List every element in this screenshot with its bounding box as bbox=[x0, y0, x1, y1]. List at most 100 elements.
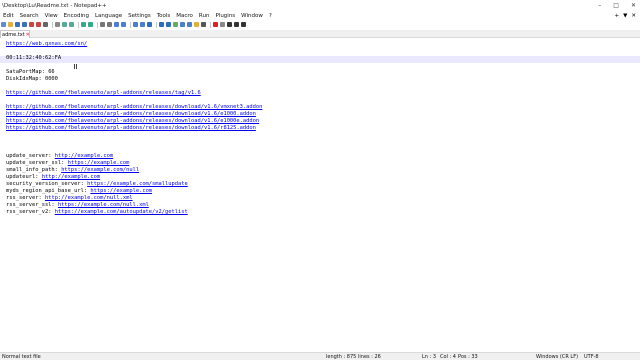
line-text: DiskIdxMap: 0000 bbox=[6, 76, 58, 82]
tab-strip: adme.txt ✕ bbox=[0, 30, 640, 38]
status-line-number: Ln : 3 bbox=[422, 354, 436, 360]
text-line bbox=[6, 83, 262, 90]
maximize-icon[interactable]: □ bbox=[613, 2, 619, 9]
line-text: 00:11:32:40:62:FA bbox=[6, 55, 62, 61]
open-file-icon[interactable] bbox=[8, 22, 13, 27]
title-bar: \Desktop\Lu\Readme.txt - Notepad++ – □ ✕ bbox=[0, 0, 640, 11]
close-window-icon[interactable]: ✕ bbox=[631, 2, 636, 9]
status-file-type: Normal text file bbox=[2, 354, 41, 360]
redo-icon[interactable] bbox=[88, 22, 93, 27]
find-icon[interactable] bbox=[100, 22, 105, 27]
cut-icon[interactable] bbox=[55, 22, 60, 27]
all-chars-icon[interactable] bbox=[159, 22, 164, 27]
url-link[interactable]: https://web.qxnas.com/sn/ bbox=[6, 41, 87, 47]
play-multi-icon[interactable] bbox=[234, 22, 239, 27]
undo-icon[interactable] bbox=[81, 22, 86, 27]
text-line: https://web.qxnas.com/sn/ bbox=[6, 41, 262, 48]
url-link[interactable]: http://example.com bbox=[42, 174, 100, 180]
folder-workspace-icon[interactable] bbox=[194, 22, 199, 27]
text-line: https://github.com/fbelavenuto/arpl-addo… bbox=[6, 125, 262, 132]
close-doc-icon[interactable]: ✕ bbox=[631, 13, 636, 19]
url-link[interactable]: https://github.com/fbelavenuto/arpl-addo… bbox=[6, 118, 259, 124]
url-link[interactable]: https://example.com bbox=[68, 160, 130, 166]
status-eol[interactable]: Windows (CR LF) bbox=[536, 354, 578, 360]
url-link[interactable]: https://github.com/fbelavenuto/arpl-addo… bbox=[6, 125, 256, 131]
text-line: https://github.com/fbelavenuto/arpl-addo… bbox=[6, 118, 262, 125]
url-link[interactable]: http://example.com bbox=[55, 153, 113, 159]
url-link[interactable]: https://example.com bbox=[90, 188, 152, 194]
mouse-ibeam-cursor bbox=[74, 64, 77, 69]
menu-item[interactable]: Window bbox=[238, 13, 266, 19]
config-key: security_version_server: bbox=[6, 181, 88, 187]
indent-guide-icon[interactable] bbox=[166, 22, 171, 27]
save-all-icon[interactable] bbox=[22, 22, 27, 27]
play-icon[interactable] bbox=[227, 22, 232, 27]
config-key: update_server_ssl: bbox=[6, 160, 68, 166]
new-tab-icon[interactable]: + bbox=[615, 13, 620, 19]
function-list-icon[interactable] bbox=[187, 22, 192, 27]
text-line bbox=[6, 146, 262, 153]
menu-item[interactable]: Language bbox=[92, 13, 125, 19]
menu-item[interactable]: Run bbox=[196, 13, 213, 19]
text-line: rss_server_ssl: https://example.com/null… bbox=[6, 202, 262, 209]
text-content[interactable]: https://web.qxnas.com/sn/00:11:32:40:62:… bbox=[6, 41, 262, 216]
url-link[interactable]: http://example.com/null.xml bbox=[45, 195, 133, 201]
toolbar bbox=[0, 20, 640, 29]
status-lines: lines : 26 bbox=[358, 354, 381, 360]
line-text: SataPortMap: 66 bbox=[6, 69, 55, 75]
sync-v-icon[interactable] bbox=[133, 22, 138, 27]
save-icon[interactable] bbox=[15, 22, 20, 27]
menu-item[interactable]: ? bbox=[266, 13, 275, 19]
toolbar-separator bbox=[130, 21, 131, 28]
menu-item[interactable]: Plugins bbox=[212, 13, 238, 19]
udl-icon[interactable] bbox=[173, 22, 178, 27]
window-controls: – □ ✕ bbox=[598, 0, 636, 11]
zoom-out-icon[interactable] bbox=[121, 22, 126, 27]
url-link[interactable]: https://example.com/smallupdate bbox=[87, 181, 188, 187]
text-line: security_version_server: https://example… bbox=[6, 181, 262, 188]
record-icon[interactable] bbox=[213, 22, 218, 27]
replace-icon[interactable] bbox=[107, 22, 112, 27]
menu-item[interactable]: Tools bbox=[154, 13, 174, 19]
doc-map-icon[interactable] bbox=[180, 22, 185, 27]
menu-item[interactable]: Edit bbox=[0, 13, 17, 19]
url-link[interactable]: https://example.com/autoupdate/v2/getlis… bbox=[55, 209, 188, 215]
text-line bbox=[6, 132, 262, 139]
monitor-icon[interactable] bbox=[201, 22, 206, 27]
status-length: length : 875 bbox=[326, 354, 357, 360]
url-link[interactable]: https://example.com/null bbox=[61, 167, 139, 173]
menu-item[interactable]: Settings bbox=[125, 13, 154, 19]
text-line bbox=[6, 97, 262, 104]
print-icon[interactable] bbox=[43, 22, 48, 27]
toolbar-separator bbox=[78, 21, 79, 28]
zoom-in-icon[interactable] bbox=[114, 22, 119, 27]
tab-list-icon[interactable]: ▼ bbox=[623, 13, 627, 19]
copy-icon[interactable] bbox=[62, 22, 67, 27]
menu-item[interactable]: View bbox=[42, 13, 61, 19]
paste-icon[interactable] bbox=[69, 22, 74, 27]
text-line bbox=[6, 139, 262, 146]
config-key: small_info_path: bbox=[6, 167, 62, 173]
url-link[interactable]: https://github.com/fbelavenuto/arpl-addo… bbox=[6, 90, 201, 96]
tab-readme[interactable]: adme.txt ✕ bbox=[0, 30, 30, 38]
close-all-icon[interactable] bbox=[36, 22, 41, 27]
url-link[interactable]: https://github.com/fbelavenuto/arpl-addo… bbox=[6, 111, 256, 117]
editor-area[interactable]: https://web.qxnas.com/sn/00:11:32:40:62:… bbox=[0, 39, 640, 352]
url-link[interactable]: https://github.com/fbelavenuto/arpl-addo… bbox=[6, 104, 262, 110]
menu-item[interactable]: Search bbox=[17, 13, 42, 19]
tab-close-icon[interactable]: ✕ bbox=[26, 32, 30, 38]
minimize-icon[interactable]: – bbox=[598, 2, 601, 9]
menu-item[interactable]: Encoding bbox=[61, 13, 92, 19]
toolbar-separator bbox=[210, 21, 211, 28]
menu-item[interactable]: Macro bbox=[173, 13, 196, 19]
url-link[interactable]: https://example.com/null.xml bbox=[58, 202, 149, 208]
new-file-icon[interactable] bbox=[1, 22, 6, 27]
status-encoding[interactable]: UTF-8 bbox=[584, 354, 599, 360]
close-icon[interactable] bbox=[29, 22, 34, 27]
sync-h-icon[interactable] bbox=[140, 22, 145, 27]
text-line bbox=[6, 62, 262, 69]
save-macro-icon[interactable] bbox=[241, 22, 246, 27]
word-wrap-icon[interactable] bbox=[147, 22, 152, 27]
stop-icon[interactable] bbox=[220, 22, 225, 27]
config-key: rss_server_v2: bbox=[6, 209, 55, 215]
